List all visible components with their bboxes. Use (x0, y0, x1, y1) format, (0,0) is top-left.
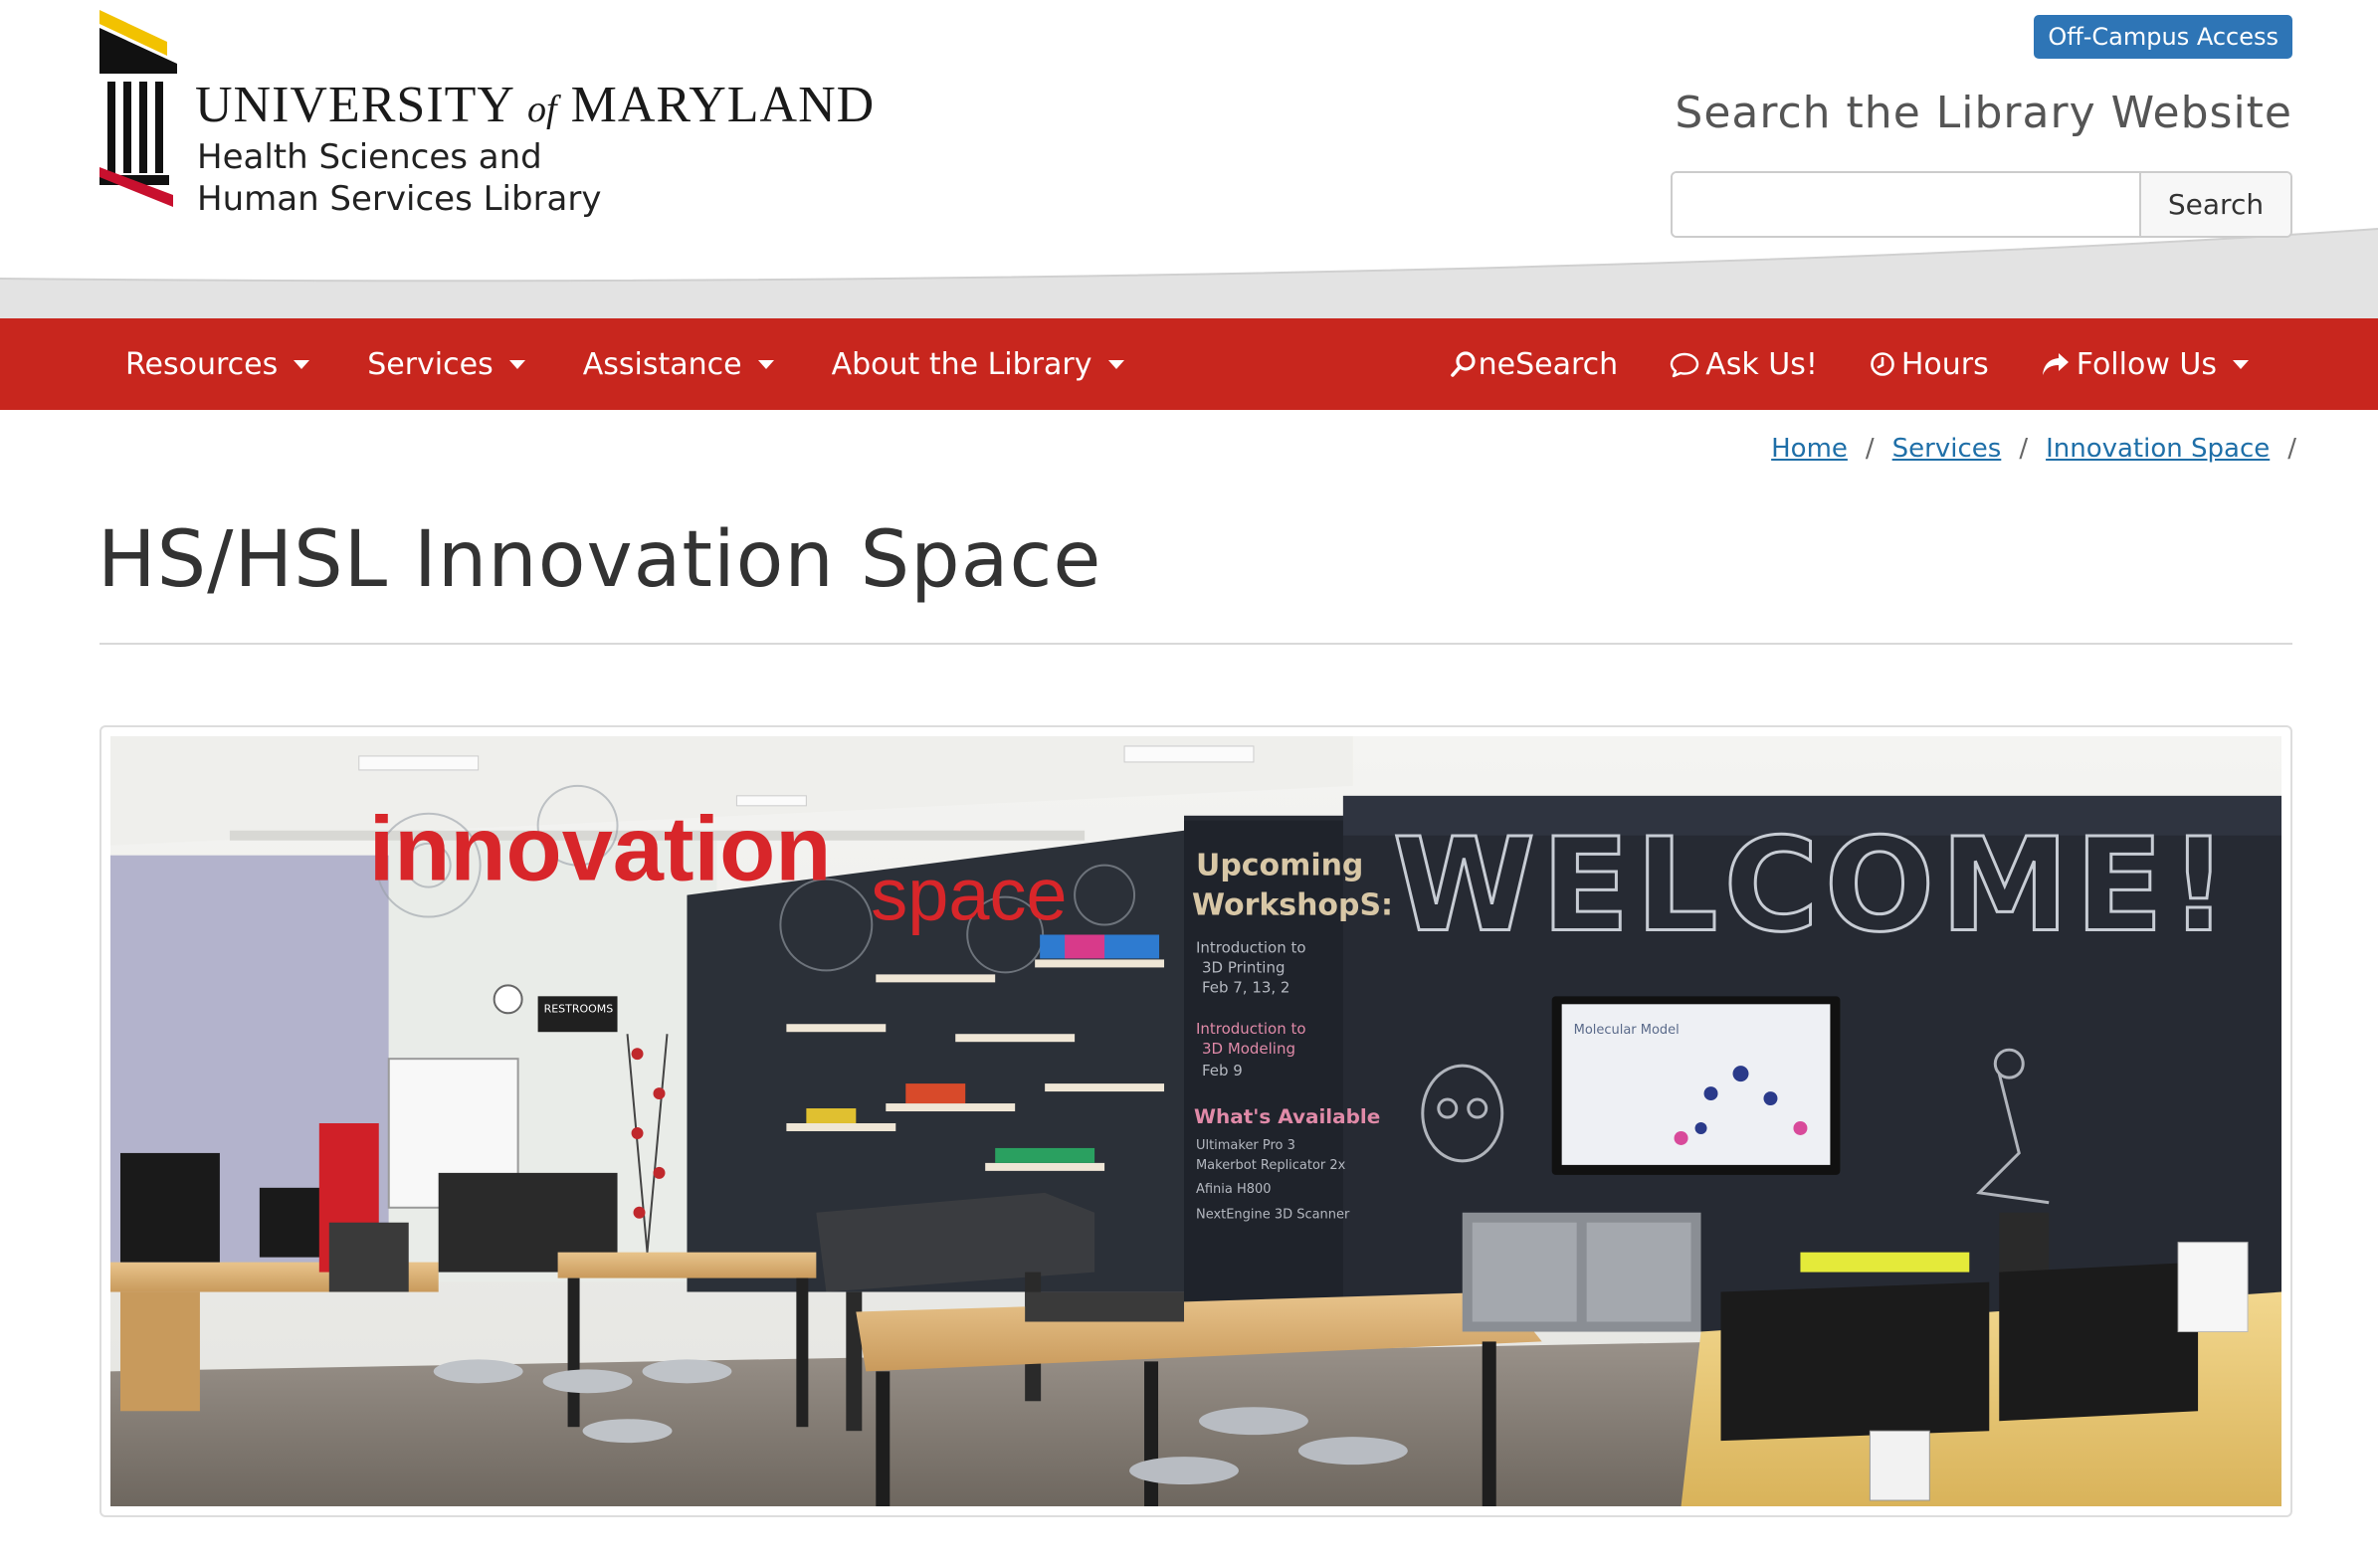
nav-about-library[interactable]: About the Library (810, 318, 1146, 410)
board-workshops: WorkshopS: (1192, 888, 1393, 923)
caret-down-icon (2233, 359, 2249, 369)
header-swoosh-decoration (0, 228, 2378, 318)
nav-assistance-label: Assistance (582, 346, 742, 382)
restrooms-sign: RESTROOMS (544, 1002, 614, 1015)
tv-caption: Molecular Model (1574, 1023, 1680, 1038)
logo-university-name: UNIVERSITY of MARYLAND (195, 77, 876, 133)
board-item2: Introduction to (1196, 1020, 1306, 1038)
breadcrumb-separator: / (2287, 434, 2296, 464)
nav-services[interactable]: Services (345, 318, 547, 410)
board-available: What's Available (1194, 1104, 1380, 1128)
board-list1: Ultimaker Pro 3 (1196, 1138, 1295, 1153)
caret-down-icon (294, 359, 310, 369)
nav-services-label: Services (367, 346, 494, 382)
nav-ask-us-label: Ask Us! (1705, 346, 1818, 382)
search-button[interactable]: Search (2139, 173, 2290, 236)
nav-follow-us[interactable]: Follow Us (2019, 318, 2271, 410)
nav-hours[interactable]: Hours (1848, 318, 2011, 410)
sign-innovation: innovation (369, 799, 832, 900)
breadcrumb: Home / Services / Innovation Space / (1771, 434, 2296, 464)
dome-pillars-logo-icon (99, 10, 177, 207)
page-title: HS/HSL Innovation Space (98, 515, 1102, 605)
wall-welcome: WELCOME! (1393, 811, 2235, 961)
caret-down-icon (1107, 359, 1124, 369)
clock-icon (1870, 351, 1895, 377)
chat-icon (1670, 350, 1699, 378)
nav-follow-us-label: Follow Us (2076, 346, 2217, 382)
search-heading: Search the Library Website (1675, 88, 2292, 138)
nav-onesearch-label: neSearch (1478, 346, 1619, 382)
nav-ask-us[interactable]: Ask Us! (1648, 318, 1840, 410)
breadcrumb-home[interactable]: Home (1771, 434, 1848, 464)
off-campus-access-button[interactable]: Off-Campus Access (2034, 15, 2292, 59)
board-item2b: 3D Modeling (1202, 1040, 1295, 1058)
breadcrumb-separator: / (2019, 434, 2029, 464)
innovation-space-photo-frame: innovation space Upcoming WorkshopS: Int… (99, 725, 2292, 1517)
title-divider (99, 643, 2292, 645)
board-list4: NextEngine 3D Scanner (1196, 1208, 1350, 1223)
search-input[interactable] (1673, 173, 2139, 236)
site-search-form: Search (1671, 171, 2292, 238)
board-item2c: Feb 9 (1202, 1062, 1243, 1079)
breadcrumb-separator: / (1865, 434, 1875, 464)
board-item1b: 3D Printing (1202, 958, 1285, 976)
university-logo[interactable]: UNIVERSITY of MARYLAND Health Sciences a… (98, 8, 874, 219)
breadcrumb-innovation-space[interactable]: Innovation Space (2046, 434, 2270, 464)
breadcrumb-services[interactable]: Services (1892, 434, 2002, 464)
sign-space: space (871, 854, 1067, 936)
main-navigation: Resources Services Assistance About the … (0, 318, 2378, 410)
nav-about-library-label: About the Library (831, 346, 1092, 382)
search-icon (1449, 349, 1479, 379)
logo-subtitle-line1: Health Sciences and (197, 137, 542, 177)
site-header: UNIVERSITY of MARYLAND Health Sciences a… (0, 0, 2378, 318)
nav-resources[interactable]: Resources (103, 318, 331, 410)
nav-right-group: neSearch Ask Us! Hours Follow Us (1427, 318, 2271, 410)
board-upcoming: Upcoming (1196, 849, 1363, 883)
logo-subtitle-line2: Human Services Library (197, 179, 602, 219)
nav-onesearch[interactable]: neSearch (1427, 318, 1641, 410)
board-item1: Introduction to (1196, 938, 1306, 956)
nav-assistance[interactable]: Assistance (561, 318, 796, 410)
caret-down-icon (508, 359, 525, 369)
board-list3: Afinia H800 (1196, 1182, 1272, 1197)
nav-left-group: Resources Services Assistance About the … (103, 318, 1146, 410)
nav-resources-label: Resources (125, 346, 279, 382)
board-list2: Makerbot Replicator 2x (1196, 1158, 1346, 1173)
nav-hours-label: Hours (1900, 346, 1989, 382)
board-item1c: Feb 7, 13, 2 (1202, 978, 1289, 996)
share-icon (2041, 351, 2071, 377)
innovation-space-photo: innovation space Upcoming WorkshopS: Int… (110, 736, 2281, 1506)
caret-down-icon (757, 359, 774, 369)
